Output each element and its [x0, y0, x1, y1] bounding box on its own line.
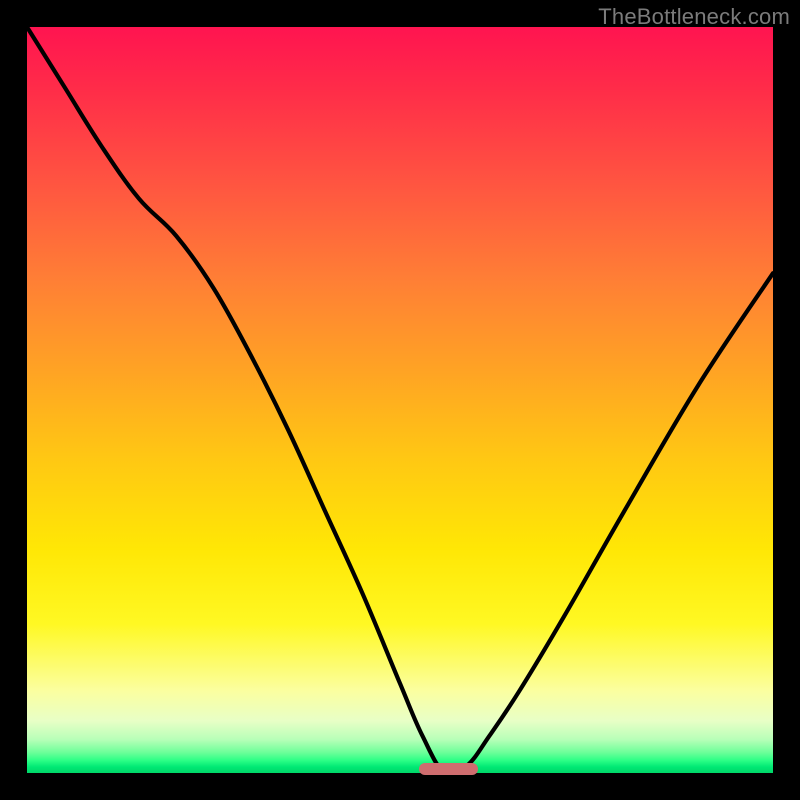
optimum-marker — [419, 763, 479, 775]
bottleneck-curve — [27, 27, 773, 773]
plot-area — [27, 27, 773, 773]
chart-frame: TheBottleneck.com — [0, 0, 800, 800]
